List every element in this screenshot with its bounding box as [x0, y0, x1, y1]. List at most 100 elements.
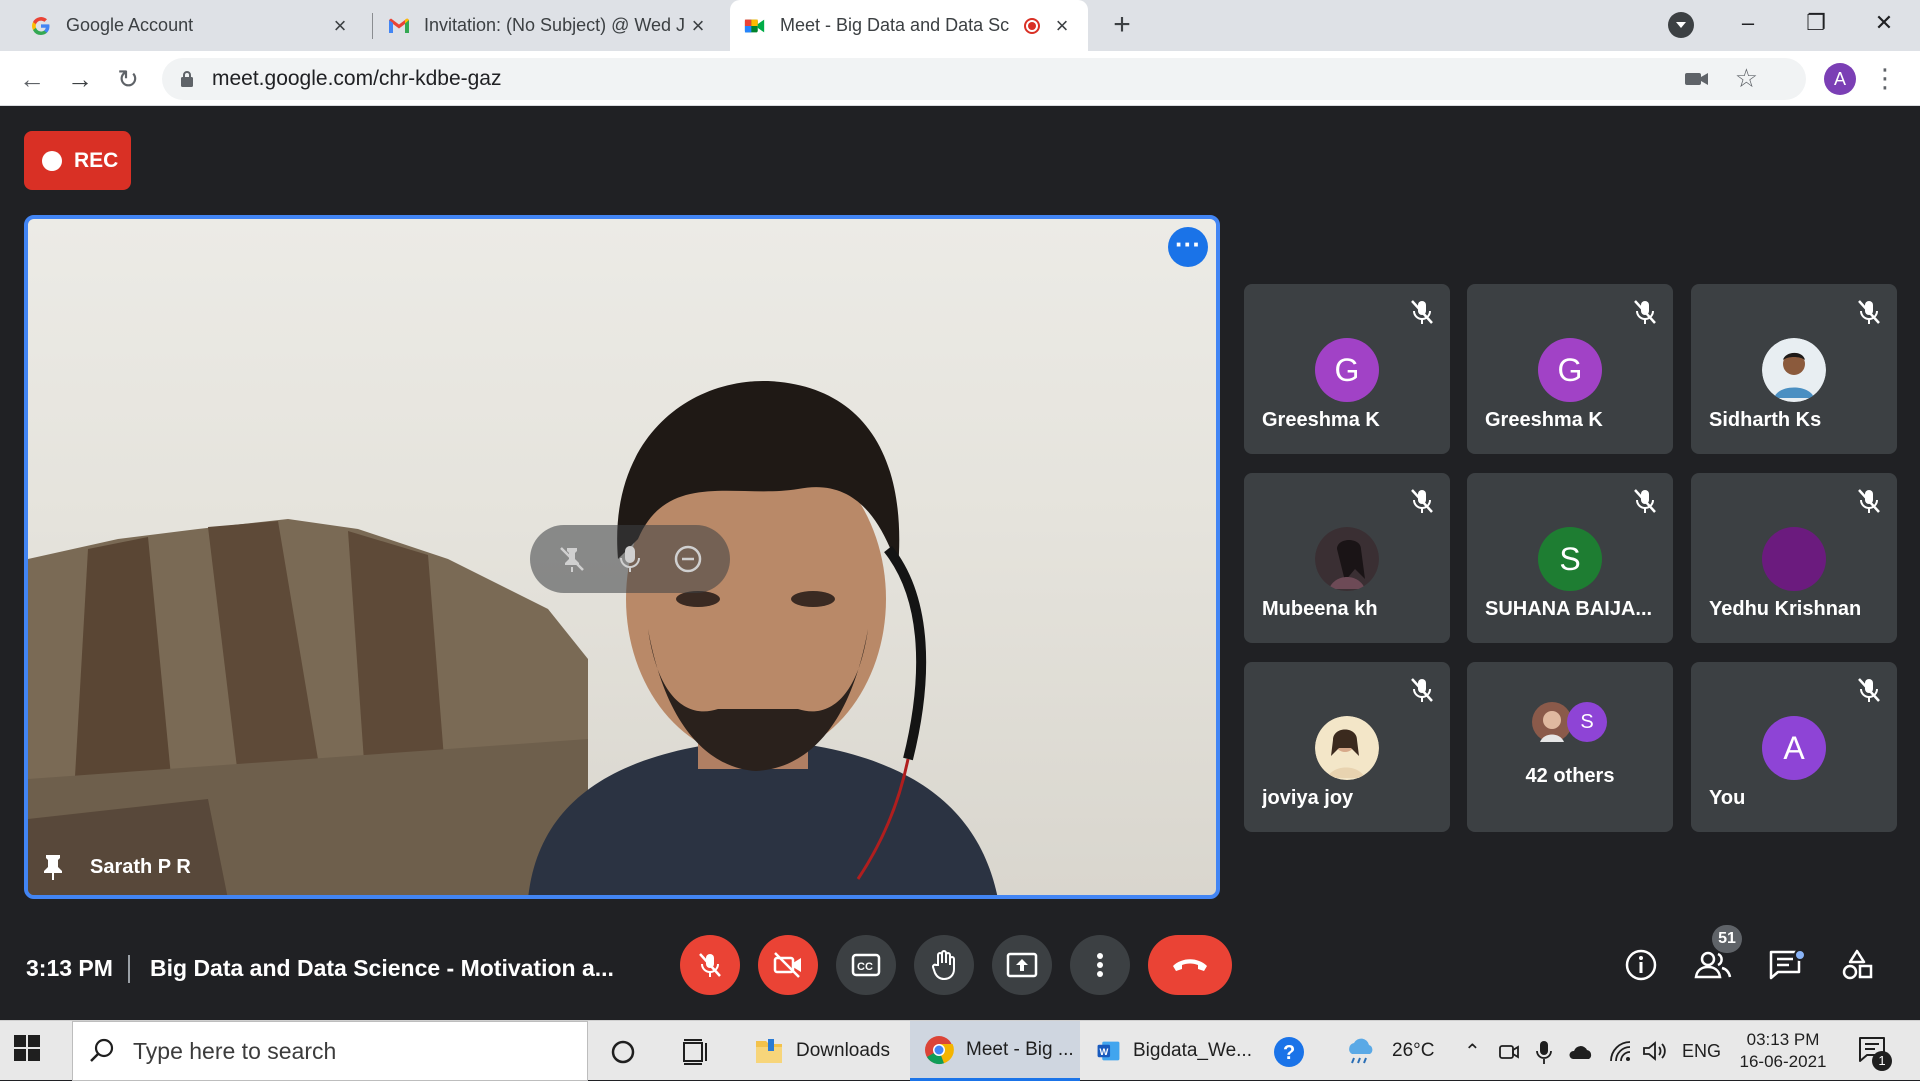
leave-call-button[interactable] — [1148, 935, 1232, 995]
bookmark-star-icon[interactable]: ☆ — [1735, 63, 1758, 94]
svg-text:W: W — [1100, 1047, 1109, 1057]
participant-tile[interactable]: S SUHANA BAIJA... — [1467, 473, 1673, 643]
microphone-icon[interactable] — [617, 544, 643, 574]
wifi-icon[interactable] — [1608, 1039, 1632, 1063]
end-call-icon — [1173, 959, 1207, 971]
new-tab-button[interactable]: + — [1106, 9, 1138, 41]
present-now-button[interactable] — [992, 935, 1052, 995]
browser-menu-icon[interactable]: ⋮ — [1872, 63, 1898, 95]
taskbar-app-word[interactable]: W Bigdata_We... — [1086, 1021, 1252, 1081]
close-icon[interactable]: × — [1050, 13, 1074, 38]
avatar — [1315, 716, 1379, 780]
participant-tile[interactable]: G Greeshma K — [1467, 284, 1673, 454]
avatar: S — [1567, 702, 1607, 742]
camera-in-use-icon[interactable] — [1684, 68, 1710, 90]
clock-date: 16-06-2021 — [1739, 1052, 1827, 1071]
svg-text:?: ? — [1283, 1042, 1295, 1064]
chrome-icon — [925, 1035, 954, 1064]
tile-hover-controls — [530, 525, 730, 593]
participant-tile[interactable]: G Greeshma K — [1244, 284, 1450, 454]
unread-indicator — [1794, 949, 1806, 961]
divider — [128, 955, 130, 983]
tab-gmail-invitation[interactable]: Invitation: (No Subject) @ Wed Ju × — [374, 0, 724, 51]
participant-tile[interactable]: Yedhu Krishnan — [1691, 473, 1897, 643]
system-clock[interactable]: 03:13 PM 16-06-2021 — [1728, 1029, 1838, 1073]
taskbar-app-chrome[interactable]: Meet - Big ... — [910, 1021, 1080, 1081]
windows-start-icon[interactable] — [14, 1035, 40, 1061]
restore-button[interactable]: ❐ — [1793, 4, 1839, 42]
participant-name: Sidharth Ks — [1709, 409, 1822, 431]
search-placeholder: Type here to search — [133, 1037, 337, 1064]
record-dot-icon — [42, 150, 62, 171]
app-label: Downloads — [796, 1040, 890, 1061]
participant-tile-self[interactable]: A You — [1691, 662, 1897, 832]
help-icon[interactable]: ? — [1272, 1035, 1306, 1069]
lock-icon — [181, 71, 193, 87]
search-icon — [90, 1038, 114, 1062]
minimize-button[interactable]: – — [1725, 4, 1771, 42]
app-label: Bigdata_We... — [1132, 1040, 1252, 1061]
mic-off-icon — [1411, 678, 1433, 702]
close-window-button[interactable]: ✕ — [1861, 4, 1907, 42]
camera-toggle-button[interactable] — [758, 935, 818, 995]
more-options-button[interactable] — [1070, 935, 1130, 995]
tab-google-account[interactable]: Google Account × — [16, 0, 366, 51]
task-view-icon[interactable] — [682, 1039, 710, 1065]
onedrive-cloud-icon[interactable] — [1568, 1043, 1594, 1061]
microphone-toggle-button[interactable] — [680, 935, 740, 995]
tab-search-button[interactable] — [1668, 12, 1694, 38]
participant-count-badge: 51 — [1712, 925, 1742, 953]
back-button[interactable]: ← — [14, 61, 50, 97]
meeting-control-bar: 3:13 PM Big Data and Data Science - Moti… — [0, 919, 1920, 1019]
speaker-video — [528, 380, 998, 895]
participant-name: joviya joy — [1262, 787, 1354, 809]
microphone-in-use-icon[interactable] — [1536, 1039, 1552, 1065]
close-icon[interactable]: × — [686, 13, 710, 38]
present-screen-icon — [1006, 952, 1038, 978]
captions-icon: CC — [851, 953, 881, 977]
chat-button[interactable] — [1761, 941, 1809, 989]
participant-name: Yedhu Krishnan — [1709, 598, 1862, 620]
weather-widget[interactable]: 26°C — [1344, 1021, 1434, 1081]
forward-button[interactable]: → — [62, 61, 98, 97]
meet-now-icon[interactable] — [1498, 1041, 1520, 1063]
captions-button[interactable]: CC — [836, 935, 896, 995]
raise-hand-button[interactable] — [914, 935, 974, 995]
mic-off-icon — [1858, 300, 1880, 324]
avatar — [1762, 527, 1826, 591]
windows-taskbar: Type here to search Downloads Meet - Big… — [0, 1020, 1920, 1081]
pin-off-icon[interactable] — [557, 544, 587, 574]
cortana-icon[interactable] — [610, 1039, 636, 1065]
participant-name: SUHANA BAIJA... — [1485, 598, 1653, 620]
participant-tile[interactable]: Sidharth Ks — [1691, 284, 1897, 454]
avatar: S — [1538, 527, 1602, 591]
clock-time: 03:13 PM — [1746, 1030, 1820, 1049]
taskbar-search-box[interactable]: Type here to search — [72, 1021, 588, 1081]
remove-icon[interactable] — [673, 544, 703, 574]
address-bar[interactable]: meet.google.com/chr-kdbe-gaz ☆ — [162, 58, 1806, 100]
pin-icon — [44, 855, 62, 880]
participant-tile[interactable]: Mubeena kh — [1244, 473, 1450, 643]
activities-button[interactable] — [1833, 941, 1881, 989]
main-speaker-tile[interactable]: ··· Sarath P R — [24, 215, 1220, 899]
chevron-up-icon[interactable]: ⌃ — [1464, 1021, 1481, 1081]
language-indicator[interactable]: ENG — [1682, 1021, 1721, 1081]
volume-icon[interactable] — [1642, 1039, 1668, 1063]
browser-tab-strip: Google Account × Invitation: (No Subject… — [0, 0, 1920, 51]
rec-label: REC — [74, 148, 119, 172]
app-label: Meet - Big ... — [966, 1038, 1074, 1060]
profile-avatar[interactable]: A — [1824, 63, 1856, 95]
reload-button[interactable]: ↻ — [110, 61, 146, 97]
mic-off-icon — [699, 953, 721, 977]
taskbar-app-downloads[interactable]: Downloads — [744, 1021, 904, 1081]
avatar — [1315, 527, 1379, 591]
info-icon — [1625, 949, 1657, 981]
tab-meet[interactable]: Meet - Big Data and Data Sc × — [730, 0, 1088, 51]
others-tile[interactable]: S 42 others — [1467, 662, 1673, 832]
meeting-details-button[interactable] — [1617, 941, 1665, 989]
participant-name: You — [1709, 787, 1746, 809]
participant-name: Greeshma K — [1262, 409, 1380, 431]
more-options-icon[interactable]: ··· — [1168, 227, 1208, 267]
close-icon[interactable]: × — [328, 13, 352, 38]
participant-tile[interactable]: joviya joy — [1244, 662, 1450, 832]
